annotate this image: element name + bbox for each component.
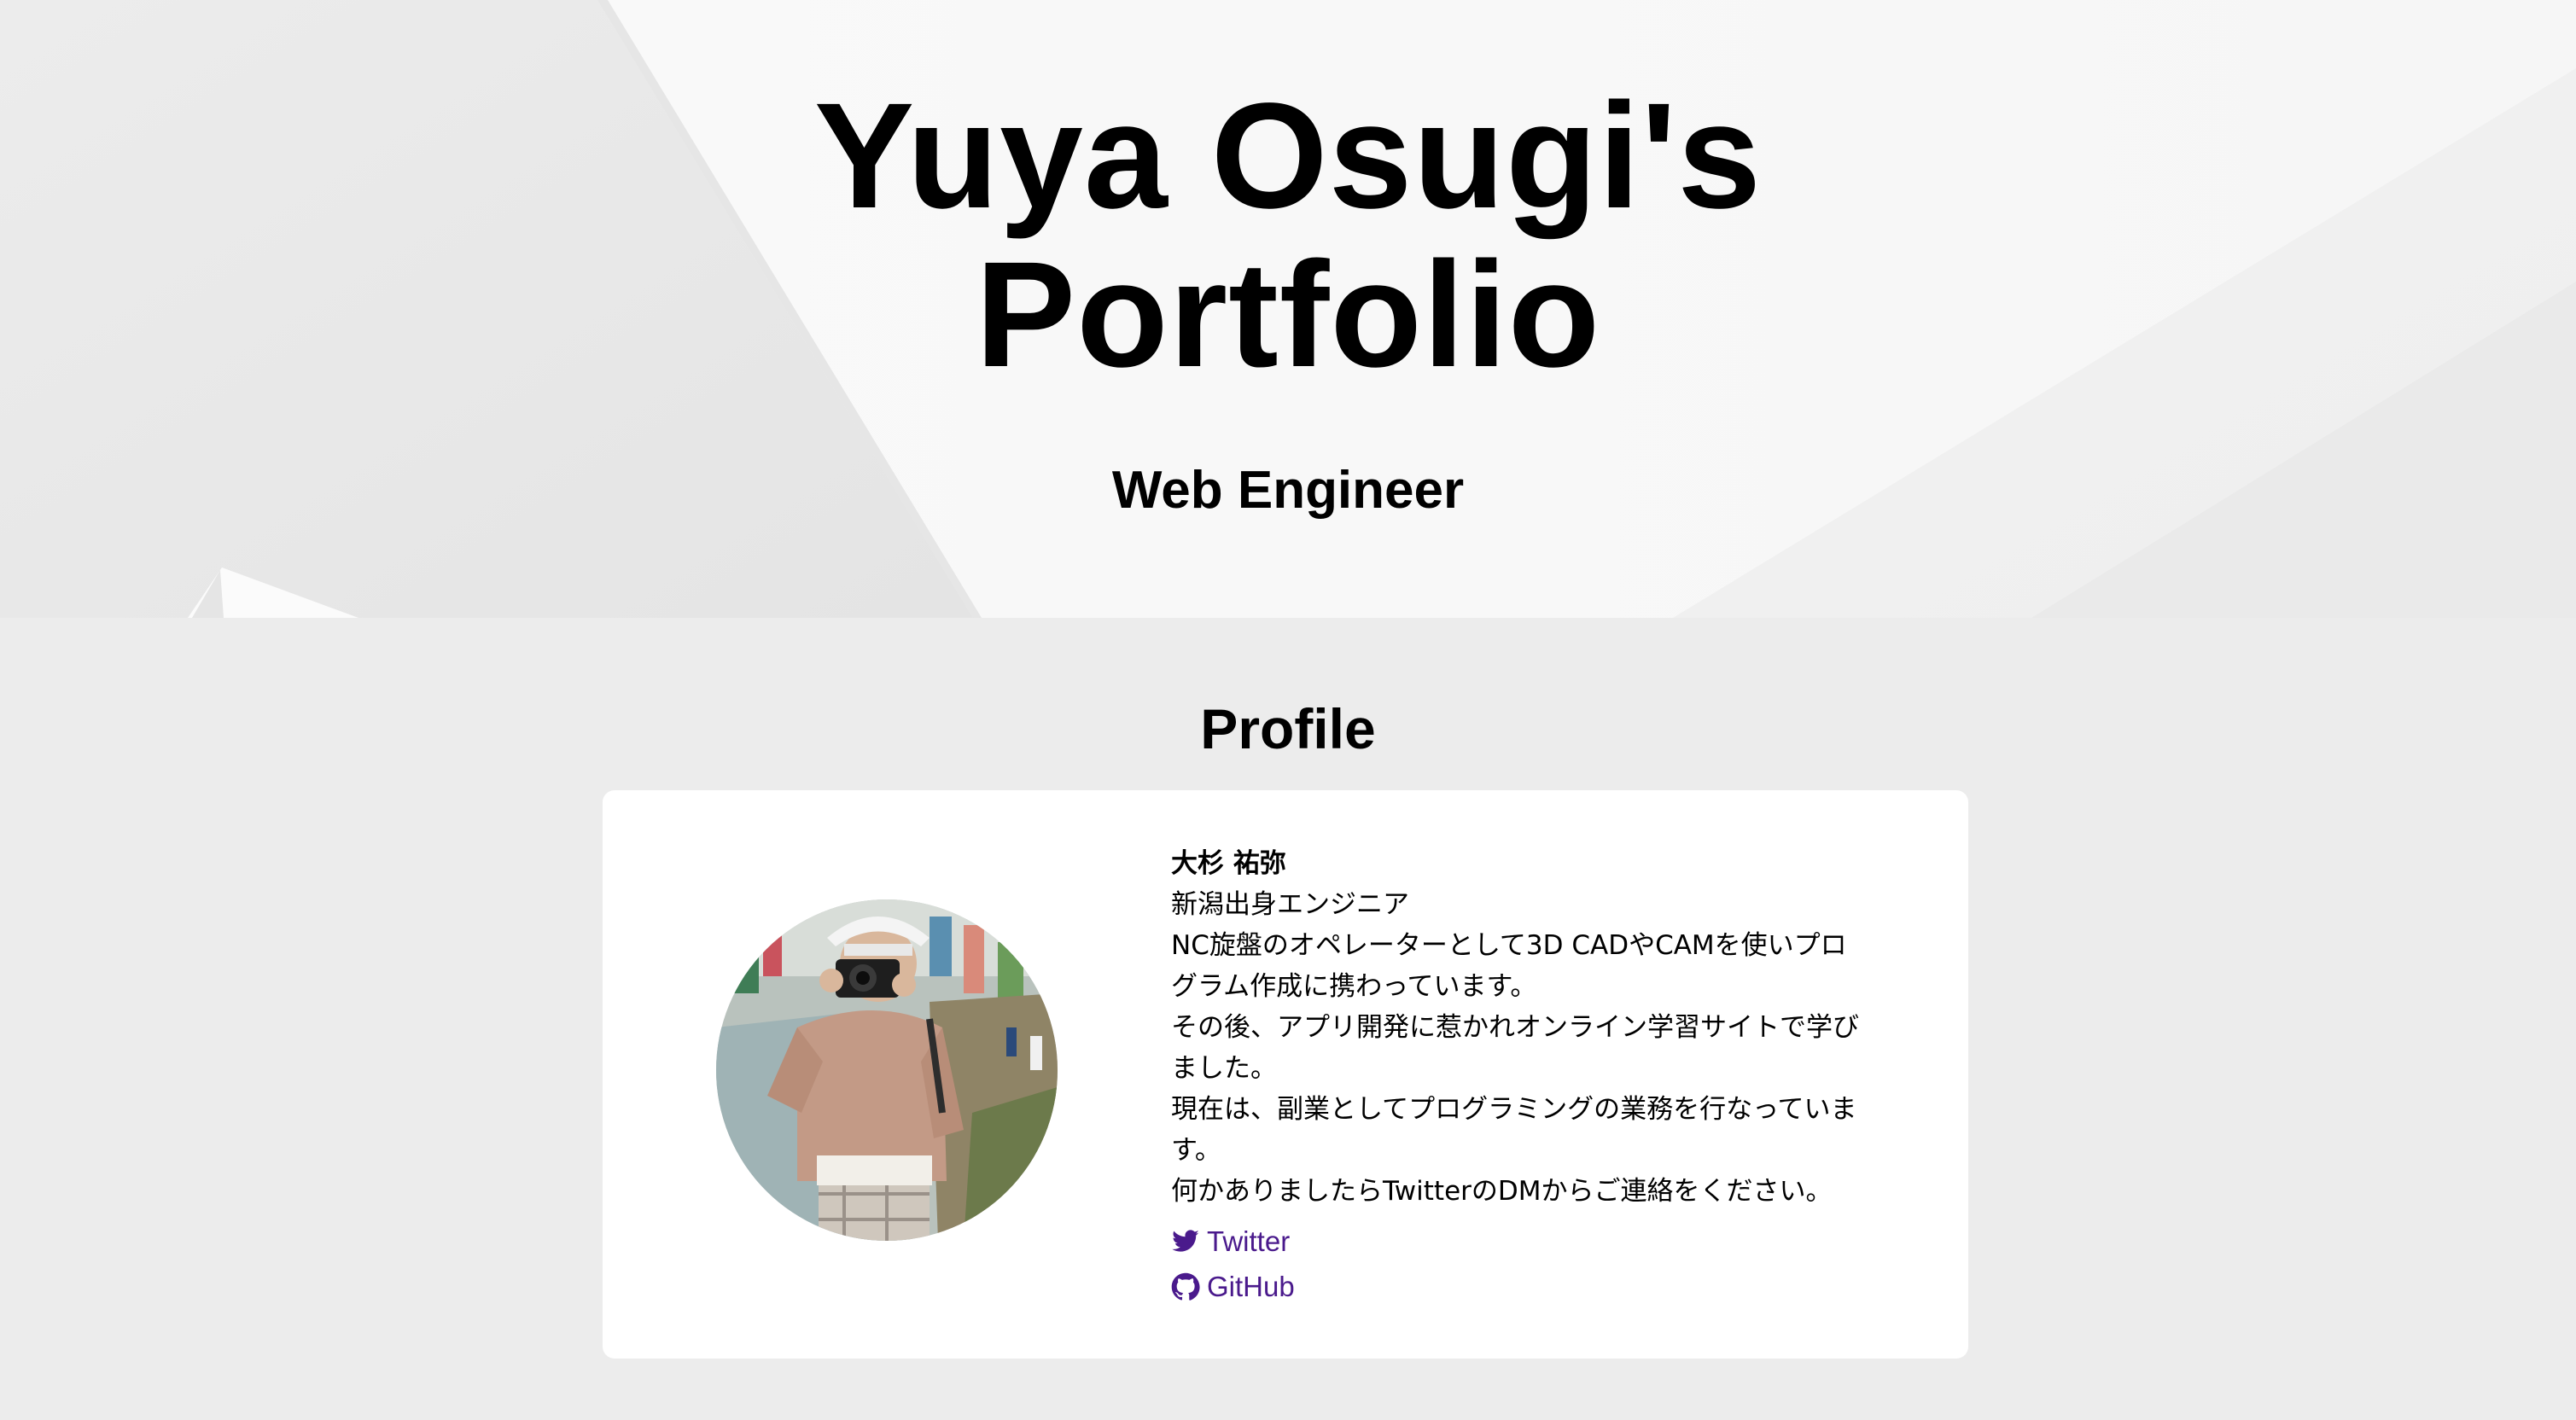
github-link[interactable]: GitHub bbox=[1171, 1264, 1871, 1309]
bio-line-learning: その後、アプリ開発に惹かれオンライン学習サイトで学びました。 bbox=[1171, 1012, 1859, 1084]
twitter-icon bbox=[1171, 1227, 1200, 1256]
profile-bio: 大杉 祐弥 新潟出身エンジニア NC旋盤のオペレーターとして3D CADやCAM… bbox=[1171, 843, 1871, 1309]
twitter-link[interactable]: Twitter bbox=[1171, 1219, 1871, 1264]
social-links: Twitter GitHub bbox=[1171, 1219, 1871, 1309]
hero-title-line2: Portfolio bbox=[975, 231, 1601, 399]
github-link-label: GitHub bbox=[1207, 1270, 1295, 1302]
bio-line-current: 現在は、副業としてプログラミングの業務を行なっています。 bbox=[1171, 1094, 1857, 1166]
hero-banner: Yuya Osugi's Portfolio Web Engineer bbox=[0, 0, 2576, 618]
profile-name: 大杉 祐弥 bbox=[1171, 848, 1286, 879]
bio-line-contact: 何かありましたらTwitterのDMからご連絡をください。 bbox=[1171, 1176, 1833, 1207]
profile-section-title: Profile bbox=[1200, 697, 1376, 760]
twitter-link-label: Twitter bbox=[1207, 1225, 1291, 1257]
hero-title-line1: Yuya Osugi's bbox=[813, 73, 1763, 240]
bio-line-career: NC旋盤のオペレーターとして3D CADやCAMを使いプログラム作成に携わってい… bbox=[1171, 930, 1847, 1002]
avatar bbox=[716, 899, 1058, 1241]
avatar-photo bbox=[716, 899, 1058, 1241]
profile-card: 大杉 祐弥 新潟出身エンジニア NC旋盤のオペレーターとして3D CADやCAM… bbox=[603, 790, 1968, 1359]
github-icon bbox=[1171, 1272, 1200, 1301]
bio-line-origin: 新潟出身エンジニア bbox=[1171, 889, 1409, 920]
hero-subtitle: Web Engineer bbox=[1111, 461, 1465, 520]
hero-title: Yuya Osugi's Portfolio bbox=[0, 77, 2576, 394]
